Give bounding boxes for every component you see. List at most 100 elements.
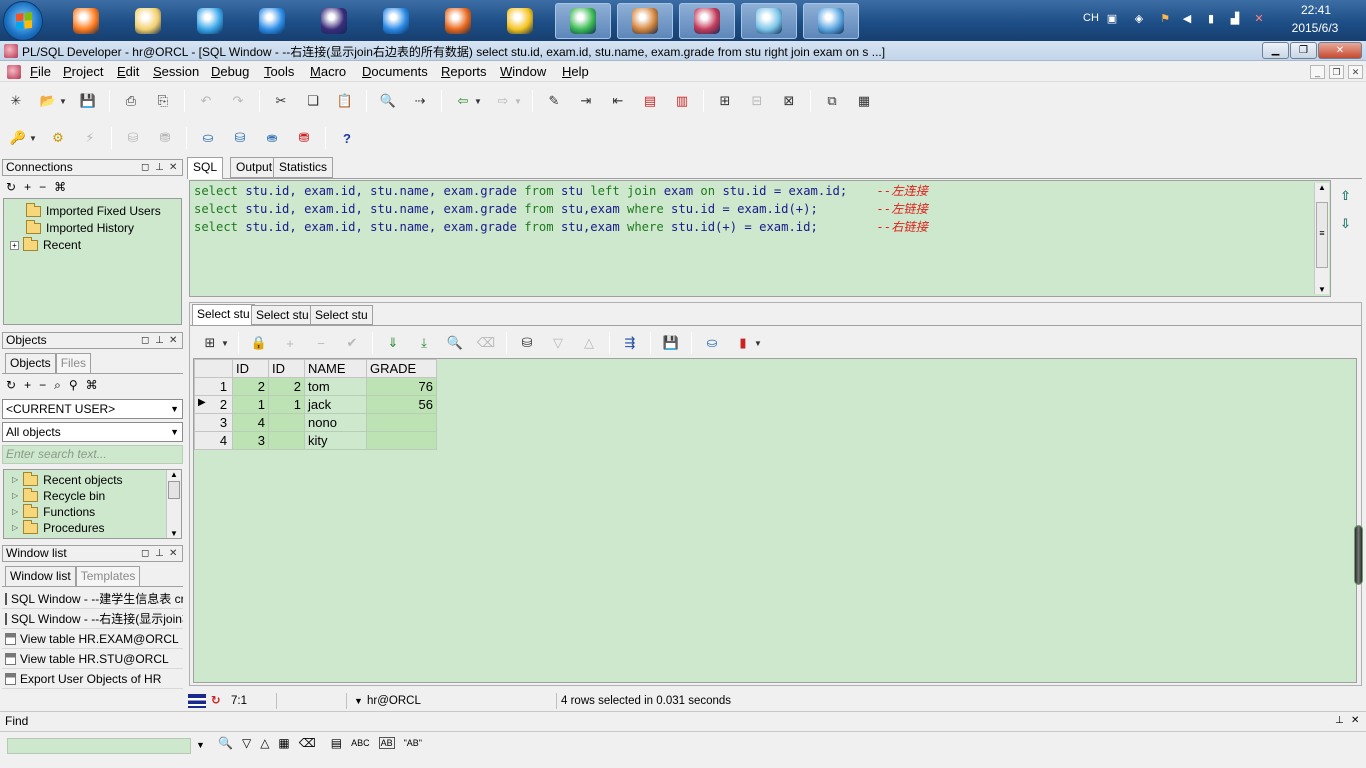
find-close-icon[interactable]: ✕ bbox=[1351, 715, 1359, 726]
chart-dropdown-icon[interactable]: ▼ bbox=[754, 339, 762, 348]
find-pin-icon[interactable]: ⊥ bbox=[1335, 715, 1344, 726]
expand-icon[interactable]: + bbox=[10, 240, 19, 250]
execute-gear-icon[interactable]: ⚙ bbox=[47, 127, 69, 149]
object-search-input[interactable]: Enter search text... bbox=[2, 445, 183, 464]
copy-icon[interactable]: ❏ bbox=[302, 90, 324, 112]
row-number[interactable]: ▶ 2 bbox=[194, 395, 233, 414]
pane-pin-icon[interactable]: ⊥ bbox=[155, 333, 164, 348]
side-drag-handle[interactable] bbox=[1354, 525, 1363, 585]
find-next-icon[interactable]: ⇢ bbox=[409, 90, 431, 112]
table-row[interactable]: 4 3 kity bbox=[194, 431, 437, 450]
connection-dropdown-icon[interactable]: ▼ bbox=[354, 693, 363, 709]
clear-highlight-icon[interactable]: ⌫ bbox=[299, 736, 316, 750]
tab-output[interactable]: Output bbox=[230, 157, 279, 178]
explain-plan-icon[interactable]: ⛃ bbox=[293, 127, 315, 149]
menu-macro[interactable]: Macro bbox=[310, 64, 346, 79]
tab-sql[interactable]: SQL bbox=[187, 157, 224, 179]
menu-edit[interactable]: Edit bbox=[117, 64, 139, 79]
add-icon[interactable]: + bbox=[24, 378, 31, 393]
open-dropdown-icon[interactable]: ▼ bbox=[59, 97, 67, 106]
column-header-id[interactable]: ID bbox=[232, 359, 269, 378]
clock-date[interactable]: 2015/6/3 bbox=[1286, 21, 1344, 35]
previous-statement-icon[interactable]: ⇧ bbox=[1340, 188, 1351, 204]
scroll-up-icon[interactable]: ▲ bbox=[1315, 183, 1329, 192]
tab-result-2[interactable]: Select stu bbox=[251, 305, 314, 325]
refresh-icon[interactable]: ↻ bbox=[6, 378, 16, 393]
tree-item-imported-history[interactable]: Imported History bbox=[26, 219, 134, 236]
remove-icon[interactable]: − bbox=[39, 378, 46, 393]
tab-result-3[interactable]: Select stu bbox=[310, 305, 373, 325]
pane-close-icon[interactable]: ✕ bbox=[169, 546, 177, 561]
cell-id[interactable]: 2 bbox=[232, 377, 269, 396]
menu-file[interactable]: File bbox=[30, 64, 51, 79]
query-builder-icon[interactable]: ⊠ bbox=[778, 90, 800, 112]
cell-id[interactable]: 4 bbox=[232, 413, 269, 432]
taskbar-app-eclipse[interactable] bbox=[306, 3, 362, 39]
find-icon[interactable]: ⌕ bbox=[54, 378, 61, 393]
cell-id-2[interactable]: 1 bbox=[268, 395, 305, 414]
selection-only-icon[interactable]: ▤ bbox=[331, 736, 342, 750]
find-binoculars-icon[interactable]: 🔍 bbox=[377, 90, 399, 112]
window-list-item[interactable]: View table HR.STU@ORCL bbox=[2, 649, 183, 669]
document-icon[interactable] bbox=[7, 65, 21, 79]
column-header-grade[interactable]: GRADE bbox=[366, 359, 437, 378]
chevron-right-icon[interactable]: ▷ bbox=[12, 504, 18, 520]
filter-icon[interactable]: ⚲ bbox=[69, 378, 78, 393]
lock-icon[interactable]: 🔒 bbox=[248, 332, 270, 354]
tree-item-recent[interactable]: + Recent bbox=[10, 236, 81, 253]
grid-layout-dropdown-icon[interactable]: ▼ bbox=[221, 339, 229, 348]
sql-export-icon[interactable]: ⛀ bbox=[701, 332, 723, 354]
results-grid[interactable]: ID ID NAME GRADE 1 2 2 tom 76 ▶ 2 1 1 jack 56 3 4 non… bbox=[194, 359, 437, 450]
mdi-restore-button[interactable]: ❐ bbox=[1329, 65, 1344, 79]
scroll-up-icon[interactable]: ▲ bbox=[167, 470, 181, 479]
next-statement-icon[interactable]: ⇩ bbox=[1340, 216, 1351, 232]
clock-time[interactable]: 22:41 bbox=[1296, 3, 1336, 17]
cell-grade[interactable] bbox=[366, 431, 437, 450]
object-type-select[interactable]: All objects ▼ bbox=[2, 422, 183, 442]
menu-project[interactable]: Project bbox=[63, 64, 103, 79]
unindent-icon[interactable]: ⇤ bbox=[607, 90, 629, 112]
logon-key-icon[interactable]: 🔑 bbox=[7, 127, 29, 149]
cell-id[interactable]: 1 bbox=[232, 395, 269, 414]
row-number[interactable]: 1 bbox=[194, 377, 233, 396]
match-case-button[interactable]: ABC bbox=[351, 738, 370, 748]
print-preview-icon[interactable]: ⎘ bbox=[152, 90, 174, 112]
uncomment-icon[interactable]: ▥ bbox=[671, 90, 693, 112]
mdi-minimize-button[interactable]: _ bbox=[1310, 65, 1325, 79]
cell-id-2[interactable] bbox=[268, 413, 305, 432]
delete-record-icon[interactable]: − bbox=[310, 332, 332, 354]
window-list-item[interactable]: View table HR.EXAM@ORCL bbox=[2, 629, 183, 649]
previous-record-icon[interactable]: ▽ bbox=[547, 332, 569, 354]
cell-grade[interactable] bbox=[366, 413, 437, 432]
network-share-icon[interactable]: ▣ bbox=[1105, 12, 1119, 26]
taskbar-app-firefox[interactable] bbox=[430, 3, 486, 39]
taskbar-app-file-explorer[interactable] bbox=[120, 3, 176, 39]
cell-id-2[interactable]: 2 bbox=[268, 377, 305, 396]
taskbar-app-music-player[interactable] bbox=[492, 3, 548, 39]
menu-tools[interactable]: Tools bbox=[264, 64, 294, 79]
close-button[interactable]: ✕ bbox=[1318, 42, 1362, 59]
properties-icon[interactable]: ⊟ bbox=[746, 90, 768, 112]
user-select[interactable]: <CURRENT USER> ▼ bbox=[2, 399, 183, 419]
clear-icon[interactable]: ⌫ bbox=[475, 332, 497, 354]
add-icon[interactable]: + bbox=[24, 180, 31, 194]
tree-item-recycle-bin[interactable]: ▷ Recycle bin bbox=[12, 487, 105, 504]
single-record-view-icon[interactable]: ⇶ bbox=[619, 332, 641, 354]
window-list-item[interactable]: SQL Window - --建学生信息表 cr bbox=[2, 589, 183, 609]
tab-templates[interactable]: Templates bbox=[75, 566, 141, 586]
pane-float-icon[interactable]: ◻ bbox=[141, 160, 149, 175]
pane-close-icon[interactable]: ✕ bbox=[169, 333, 177, 348]
scroll-thumb[interactable]: ≡ bbox=[1316, 202, 1328, 268]
logon-dropdown-icon[interactable]: ▼ bbox=[29, 134, 37, 143]
fetch-next-icon[interactable]: ⇓ bbox=[382, 332, 404, 354]
redo-icon[interactable]: ↷ bbox=[227, 90, 249, 112]
sql-icon[interactable]: ⛁ bbox=[229, 127, 251, 149]
rollback-icon[interactable]: ⛃ bbox=[154, 127, 176, 149]
ime-indicator[interactable]: CH bbox=[1083, 12, 1099, 24]
export-dropdown-icon[interactable]: ▼ bbox=[514, 97, 522, 106]
pane-float-icon[interactable]: ◻ bbox=[141, 546, 149, 561]
menu-help[interactable]: Help bbox=[562, 64, 589, 79]
edit-document-icon[interactable]: ✎ bbox=[543, 90, 565, 112]
break-icon[interactable]: ⚡ bbox=[79, 127, 101, 149]
find-history-dropdown-icon[interactable]: ▼ bbox=[196, 740, 205, 750]
